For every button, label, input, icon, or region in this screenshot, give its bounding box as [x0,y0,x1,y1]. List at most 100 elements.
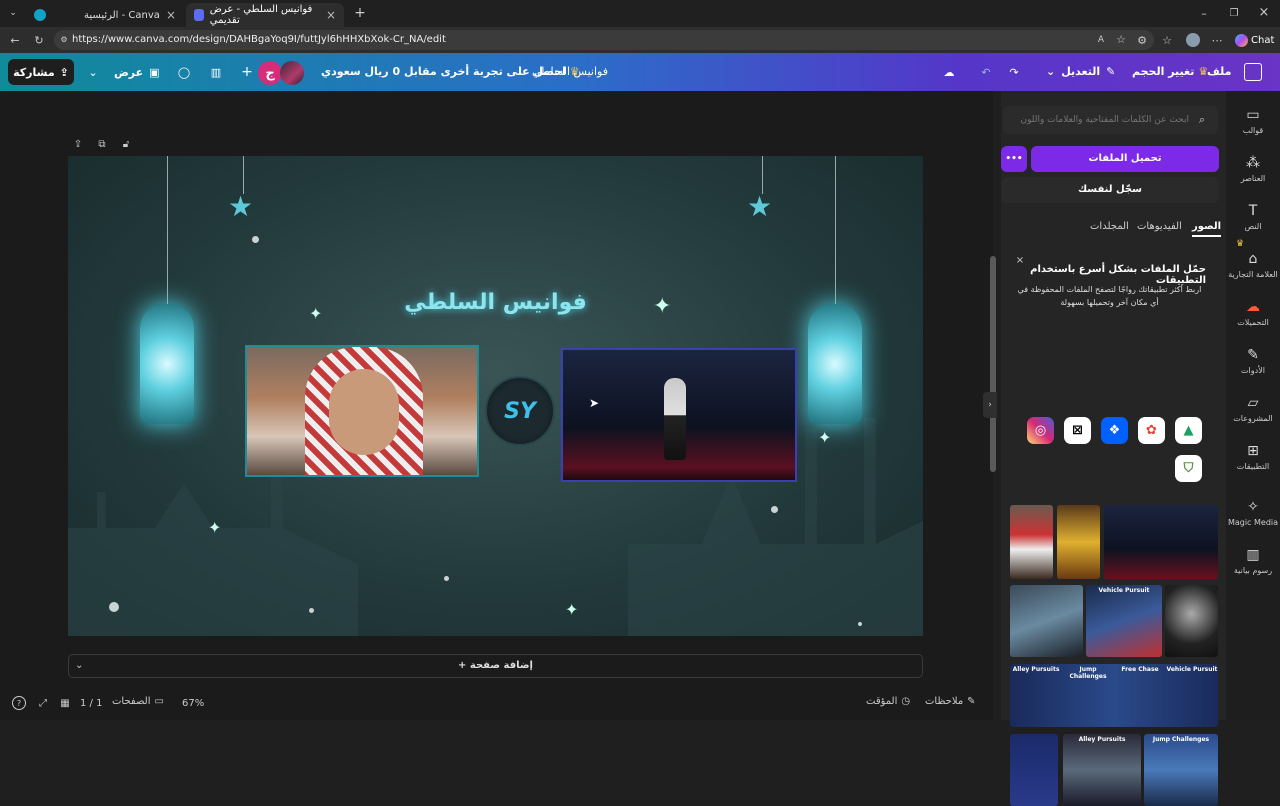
window-close-icon[interactable]: × [1256,4,1272,20]
rail-uploads[interactable]: ☁ التحميلات [1226,299,1280,327]
minimize-icon[interactable]: – [1196,5,1212,21]
upload-thumbnail[interactable] [1010,585,1083,657]
search-field[interactable]: ⌕ [1003,106,1218,134]
comment-icon[interactable]: ◯ [176,64,192,80]
photo-frame-right[interactable] [561,348,797,482]
upload-files-button[interactable]: تحميل الملفات [1031,146,1219,172]
tab-design[interactable]: فوانيس السلطي - عرض تقديمي × [186,3,344,27]
rail-projects[interactable]: ▱ المشروعات [1226,395,1280,423]
upload-thumbnail[interactable] [1165,585,1218,657]
rail-apps[interactable]: ⊞ التطبيقات [1226,443,1280,471]
redo-icon[interactable]: ↷ [1006,64,1022,80]
rail-label: رسوم بيانية [1233,566,1273,575]
grid-view-icon[interactable]: ▦ [58,696,72,710]
rail-templates[interactable]: ▭ قوالب [1226,107,1280,135]
upload-thumbnail[interactable] [1010,505,1053,579]
google-drive-icon[interactable]: ▲ [1175,417,1202,444]
rail-draw[interactable]: ✎ الأدوات [1226,347,1280,375]
pages-button[interactable]: الصفحات ▭ [112,696,164,707]
share-button[interactable]: مشاركة ⇪ [8,59,74,85]
search-input[interactable] [1009,110,1189,130]
rail-elements[interactable]: ⁂ العناصر [1226,155,1280,183]
upload-thumbnail[interactable]: Alley Pursuits Jump Challenges Free Chas… [1010,664,1218,727]
new-tab-icon[interactable]: + [352,5,368,21]
tab-canva-home[interactable]: الرئيسية - Canva × [26,3,184,27]
notes-button[interactable]: ملاحظات ✎ [925,696,976,707]
more-options-button[interactable]: ••• [1001,146,1027,172]
sidebar-toggle-icon[interactable] [1244,63,1262,81]
help-icon[interactable]: ? [12,696,26,710]
fullscreen-icon[interactable]: ⤢ [36,696,50,710]
dropbox-icon[interactable]: ❖ [1101,417,1128,444]
tab-label: الرئيسية - Canva [84,9,160,21]
instagram-icon[interactable]: ◎ [1027,417,1054,444]
rail-magic-media[interactable]: ✧ Magic Media [1226,499,1280,527]
lantern-right [808,304,862,424]
capcut-icon[interactable]: ⊠ [1064,417,1091,444]
dot [444,576,449,581]
share-icon: ⇪ [59,65,69,79]
copilot-chat-button[interactable]: Chat [1232,31,1276,49]
rail-charts[interactable]: ▥ رسوم بيانية [1226,547,1280,575]
duplicate-page-icon[interactable]: ⧉ [96,137,108,151]
restore-icon[interactable]: ❐ [1226,5,1242,21]
insights-chart-icon[interactable]: ▥ [208,64,224,80]
cloud-sync-icon[interactable]: ☁ [940,64,958,80]
rail-text[interactable]: T النص [1226,203,1280,231]
close-icon[interactable]: × [326,8,336,22]
upload-thumbnail[interactable]: Alley Pursuits [1063,734,1141,806]
photo-frame-left[interactable] [245,345,479,477]
present-button[interactable]: عرض ▣ [114,59,164,85]
back-icon[interactable]: ← [8,33,22,47]
design-name-field[interactable]: فوانيس السلطي [532,53,608,91]
upload-thumbnail[interactable] [1104,505,1218,579]
dot [858,622,862,626]
upload-thumbnail[interactable] [1057,505,1100,579]
site-info-icon[interactable]: ⚙ [58,33,70,47]
sy-logo[interactable]: SY [485,376,555,446]
avatar-photo[interactable] [280,61,304,85]
logo-text: SY [504,398,536,424]
add-collaborator-icon[interactable]: + [240,64,254,80]
file-menu[interactable]: ملف [1207,53,1231,91]
avatar-user[interactable]: ج [258,61,282,85]
chevron-down-icon[interactable]: ⌄ [75,655,83,677]
shopify-icon[interactable]: ⛉ [1175,455,1202,482]
upload-thumbnail[interactable]: Vehicle Pursuit [1086,585,1162,657]
panel-collapse-handle[interactable]: › [983,392,997,418]
undo-icon[interactable]: ↶ [978,64,994,80]
design-canvas[interactable]: ★ ★ ✦ ✦ ✦ ✦ ✦ فوانيس السلطي SY [68,156,923,636]
timer-button[interactable]: المؤقت ◷ [866,696,910,707]
read-aloud-icon[interactable]: A [1094,33,1108,47]
zoom-level[interactable]: 67% [182,698,204,709]
profile-avatar[interactable] [1186,33,1200,47]
upload-thumbnail[interactable]: Jump Challenges [1144,734,1218,806]
canvas-title[interactable]: فوانيس السلطي [68,290,923,315]
close-icon[interactable]: × [166,8,176,22]
upload-thumbnail[interactable] [1010,734,1058,806]
tab-videos[interactable]: الفيديوهات [1137,221,1182,232]
refresh-icon[interactable]: ↻ [32,33,46,47]
more-menu-icon[interactable]: ⋯ [1210,32,1224,48]
presentation-favicon [194,9,204,21]
tab-list-chevron-icon[interactable]: ⌄ [6,6,20,20]
record-yourself-button[interactable]: سجّل لنفسك [1001,177,1219,203]
edit-menu[interactable]: ⌄ التعديل ✎ [1046,53,1115,91]
panel-scrollbar[interactable] [990,256,996,472]
share-page-icon[interactable]: ⇪ [72,137,84,151]
share-chevron-icon[interactable]: ⌄ [86,64,100,80]
hanging-string [835,156,836,306]
resize-button[interactable]: تغيير الحجم ♛ [1132,53,1208,91]
url-field[interactable]: ⚙ https://www.canva.com/design/DAHBgaYoq… [54,30,1154,50]
lock-page-icon[interactable]: 🔓︎ [120,137,132,151]
google-photos-icon[interactable]: ✿ [1138,417,1165,444]
tab-images[interactable]: الصور [1192,221,1222,237]
favorites-icon[interactable]: ☆ [1160,32,1174,48]
extensions-icon[interactable]: ⚙ [1135,32,1149,48]
rail-label: العلامة التجارية [1228,270,1278,279]
rail-brand[interactable]: ⌂ العلامة التجارية [1226,251,1280,279]
tab-folders[interactable]: المجلدات [1090,221,1129,232]
add-page-button[interactable]: ⌄ + إضافة صفحة [68,654,923,678]
figure-shape [664,378,686,460]
favorite-star-icon[interactable]: ☆ [1114,33,1128,47]
